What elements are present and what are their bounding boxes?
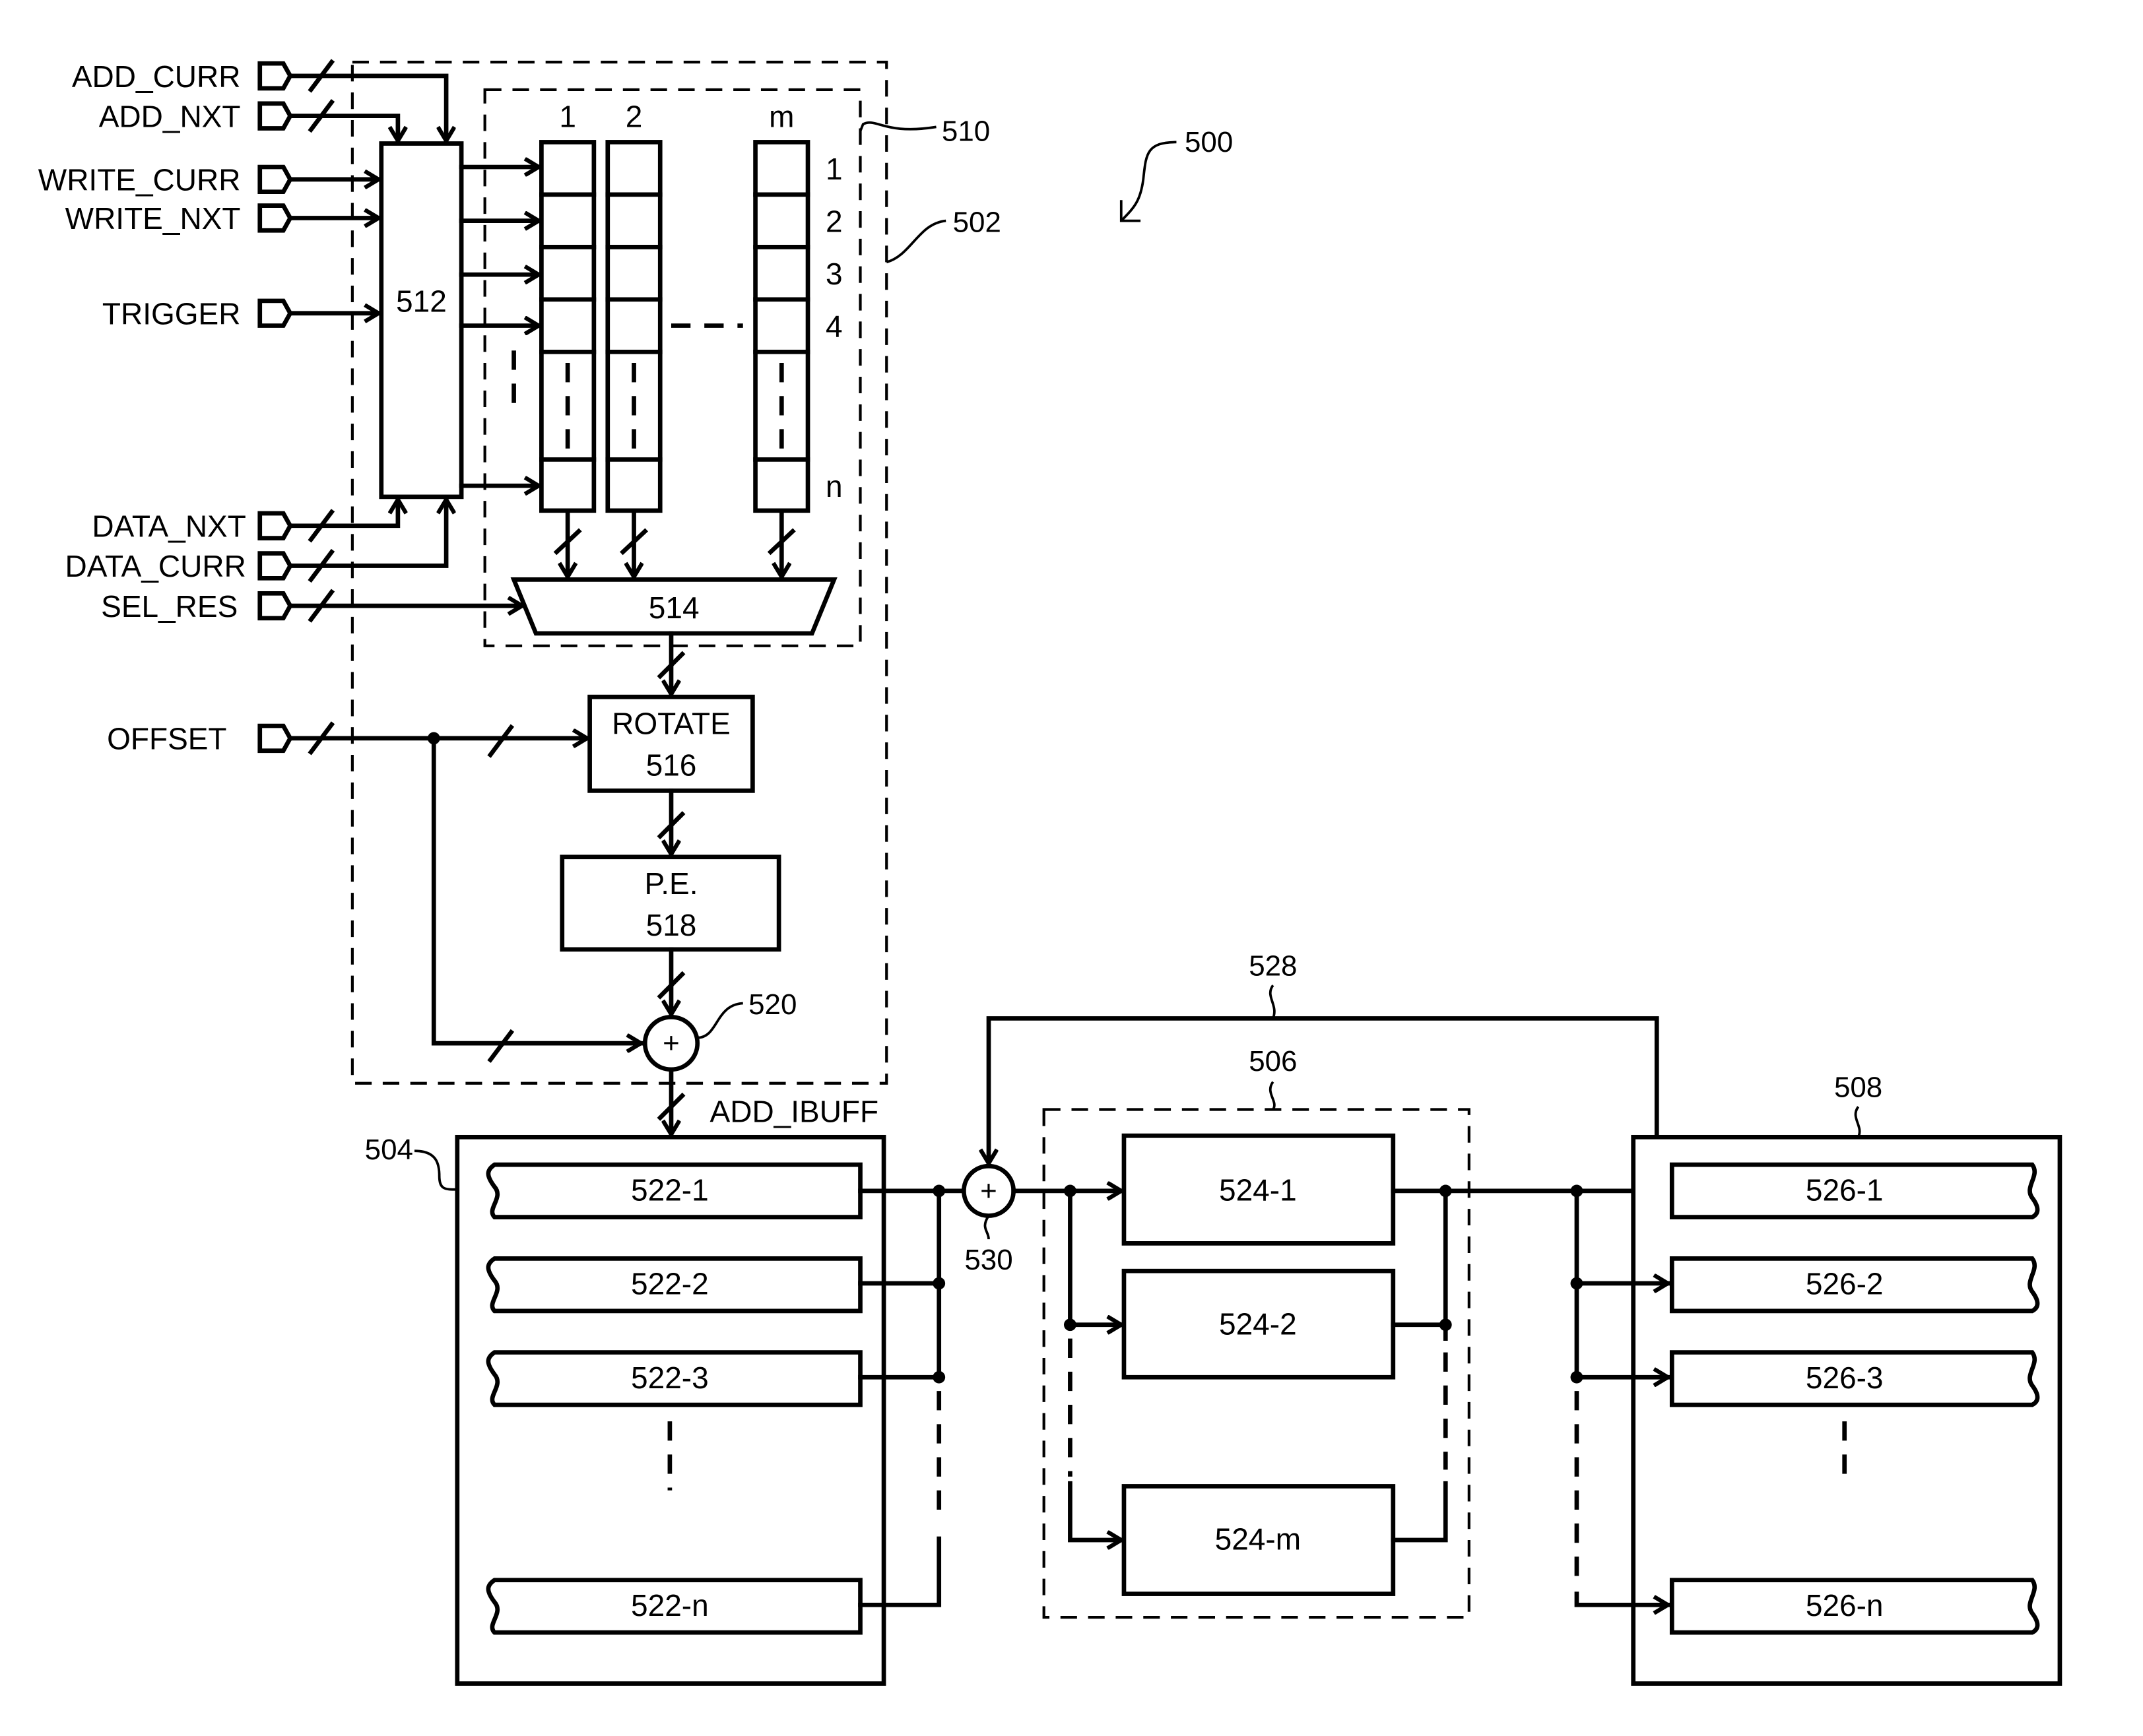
block-506: 506 524-1 524-2 524-m — [1011, 1045, 1668, 1619]
input-sel-res: SEL_RES — [101, 589, 293, 624]
controller-512-label: 512 — [396, 284, 447, 319]
buffer-504: 504 522-1 522-2 522-3 522-n — [365, 1134, 886, 1686]
plus-icon: + — [980, 1175, 997, 1207]
memory-array: 1 2 m 1 2 3 4 n — [539, 99, 843, 513]
svg-text:DATA_NXT: DATA_NXT — [92, 509, 246, 544]
row-label: 4 — [826, 309, 843, 343]
adder-530: + 530 — [962, 1163, 1016, 1276]
label-530: 530 — [964, 1244, 1012, 1276]
add-ibuff-label: ADD_IBUFF — [710, 1094, 879, 1128]
input-pins: ADD_CURR ADD_NXT WRITE_CURR WRITE_NXT TR… — [38, 59, 293, 756]
buffer-entry-522-2: 522-2 — [486, 1256, 863, 1314]
input-add-nxt: ADD_NXT — [99, 99, 293, 133]
column-label: m — [769, 99, 794, 133]
input-data-nxt: DATA_NXT — [92, 509, 293, 544]
input-data-curr: DATA_CURR — [65, 549, 293, 583]
buffer-entry-526-3: 526-3 — [1669, 1350, 2040, 1407]
svg-text:OFFSET: OFFSET — [107, 722, 226, 756]
row-label: 1 — [826, 152, 843, 186]
buffer-entry-522-3: 522-3 — [486, 1350, 863, 1407]
svg-text:524-m: 524-m — [1215, 1522, 1301, 1557]
svg-text:DATA_CURR: DATA_CURR — [65, 549, 246, 583]
svg-text:SEL_RES: SEL_RES — [101, 589, 238, 624]
adder-520: + 520 — [642, 988, 797, 1072]
label-504: 504 — [365, 1134, 413, 1166]
controller-512 — [379, 141, 464, 499]
row-label: 2 — [826, 204, 843, 238]
memory-column-2: 2 — [605, 99, 663, 513]
input-add-curr: ADD_CURR — [72, 59, 293, 94]
buffer-entry-526-1: 526-1 — [1669, 1162, 2040, 1219]
svg-text:ADD_NXT: ADD_NXT — [99, 99, 241, 133]
label-520: 520 — [748, 988, 797, 1021]
label-528: 528 — [1249, 950, 1297, 982]
array-to-mux-wires — [553, 508, 796, 577]
feedback-path-528: 528 — [989, 950, 1659, 1163]
label-510: 510 — [942, 115, 990, 147]
buffer-entry-522-1: 522-1 — [486, 1162, 863, 1219]
rotate-number: 516 — [646, 748, 697, 782]
figure-reference-500: 500 — [1119, 126, 1233, 222]
svg-text:ADD_CURR: ADD_CURR — [72, 59, 241, 94]
svg-text:522-n: 522-n — [631, 1588, 709, 1623]
unit-524-2: 524-2 — [1121, 1268, 1396, 1380]
svg-text:524-2: 524-2 — [1219, 1306, 1297, 1341]
svg-text:500: 500 — [1185, 126, 1233, 158]
label-506: 506 — [1249, 1045, 1297, 1077]
column-label: 1 — [559, 99, 576, 133]
label-502: 502 — [953, 206, 1001, 238]
row-label: n — [826, 469, 843, 503]
column-label: 2 — [626, 99, 643, 133]
input-write-curr: WRITE_CURR — [38, 163, 293, 197]
input-write-nxt: WRITE_NXT — [65, 201, 293, 236]
svg-text:522-1: 522-1 — [631, 1173, 709, 1207]
row-label: 3 — [826, 257, 843, 291]
rotate-title: ROTATE — [612, 707, 731, 741]
controller-output-wires — [459, 167, 539, 486]
pe-number: 518 — [646, 908, 697, 942]
input-trigger: TRIGGER — [102, 296, 293, 331]
svg-text:526-3: 526-3 — [1806, 1361, 1884, 1395]
svg-text:TRIGGER: TRIGGER — [102, 296, 241, 331]
label-508: 508 — [1834, 1072, 1882, 1104]
svg-text:524-1: 524-1 — [1219, 1173, 1297, 1207]
buffer-entry-526-2: 526-2 — [1669, 1256, 2040, 1314]
memory-column-1: 1 — [539, 99, 597, 513]
unit-524-1: 524-1 — [1121, 1133, 1396, 1246]
memory-column-m: m — [753, 99, 810, 513]
plus-icon: + — [663, 1027, 680, 1060]
buffer-entry-522-n: 522-n — [486, 1578, 863, 1635]
svg-text:WRITE_CURR: WRITE_CURR — [38, 163, 241, 197]
buffer-entry-526-n: 526-n — [1669, 1578, 2040, 1635]
pe-title: P.E. — [644, 866, 698, 901]
circuit-diagram: 500 502 510 ADD_CURR ADD_NXT WRITE_CURR … — [38, 59, 2062, 1686]
svg-text:526-n: 526-n — [1806, 1588, 1884, 1623]
svg-text:522-3: 522-3 — [631, 1361, 709, 1395]
svg-text:WRITE_NXT: WRITE_NXT — [65, 201, 241, 236]
input-offset: OFFSET — [107, 722, 293, 756]
buffer-508: 508 526-1 526-2 526-3 526-n — [1570, 1072, 2062, 1686]
mux-514-label: 514 — [649, 591, 700, 625]
unit-524-m: 524-m — [1121, 1484, 1396, 1596]
svg-text:526-1: 526-1 — [1806, 1173, 1884, 1207]
svg-text:526-2: 526-2 — [1806, 1267, 1884, 1301]
svg-text:522-2: 522-2 — [631, 1267, 709, 1301]
